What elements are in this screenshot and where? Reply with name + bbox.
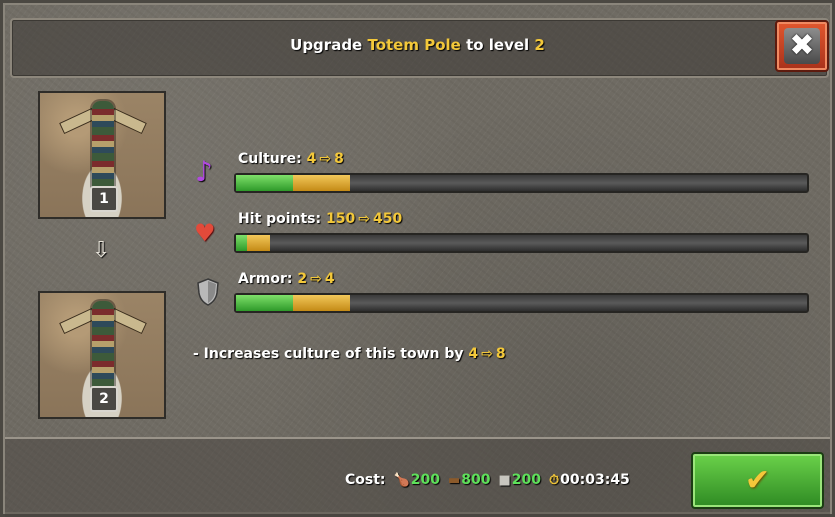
down-arrow-icon: ⇩ [92,238,111,263]
building-name: Totem Pole [367,36,461,54]
upgrade-cost: Cost: 🍗 200 ▬ 800 ■ 200 ⏱ 00:03:45 [345,472,630,488]
title-prefix: Upgrade [290,36,363,54]
dialog-title: Upgrade Totem Pole to level 2 [0,36,835,54]
building-image-current: 1 [38,91,166,219]
wood-icon: ▬ [447,472,461,488]
stat-label-hit-points: Hit points: 150 ⇨ 450 [238,211,403,227]
level-badge-current: 1 [90,186,118,212]
close-button[interactable]: ✖ [775,20,829,72]
building-image-next: 2 [38,291,166,419]
heart-icon: ♥ [194,219,216,247]
confirm-upgrade-button[interactable]: ✔ [691,452,824,509]
food-icon: 🍗 [393,472,410,488]
totem-pole-image [92,301,114,399]
cost-stone: 200 [511,472,542,488]
cost-time: 00:03:45 [560,472,630,488]
cost-wood: 800 [461,472,491,488]
stat-bar-hit-points [234,233,809,253]
checkmark-icon: ✔ [744,463,771,498]
stone-icon: ■ [498,472,511,488]
cost-food: 200 [410,472,440,488]
music-note-icon: ♪ [195,155,213,188]
shield-icon [196,278,222,306]
clock-icon: ⏱ [549,472,560,488]
close-icon: ✖ [784,28,820,64]
target-level: 2 [534,36,545,54]
level-badge-next: 2 [90,386,118,412]
totem-pole-image [92,101,114,199]
stat-label-culture: Culture: 4 ⇨ 8 [238,151,344,167]
title-middle: to level [466,36,530,54]
stat-bar-armor [234,293,809,313]
cost-label: Cost: [345,472,386,488]
upgrade-description: - Increases culture of this town by 4 ⇨ 8 [193,346,506,362]
stat-bar-culture [234,173,809,193]
stat-label-armor: Armor: 2 ⇨ 4 [238,271,335,287]
